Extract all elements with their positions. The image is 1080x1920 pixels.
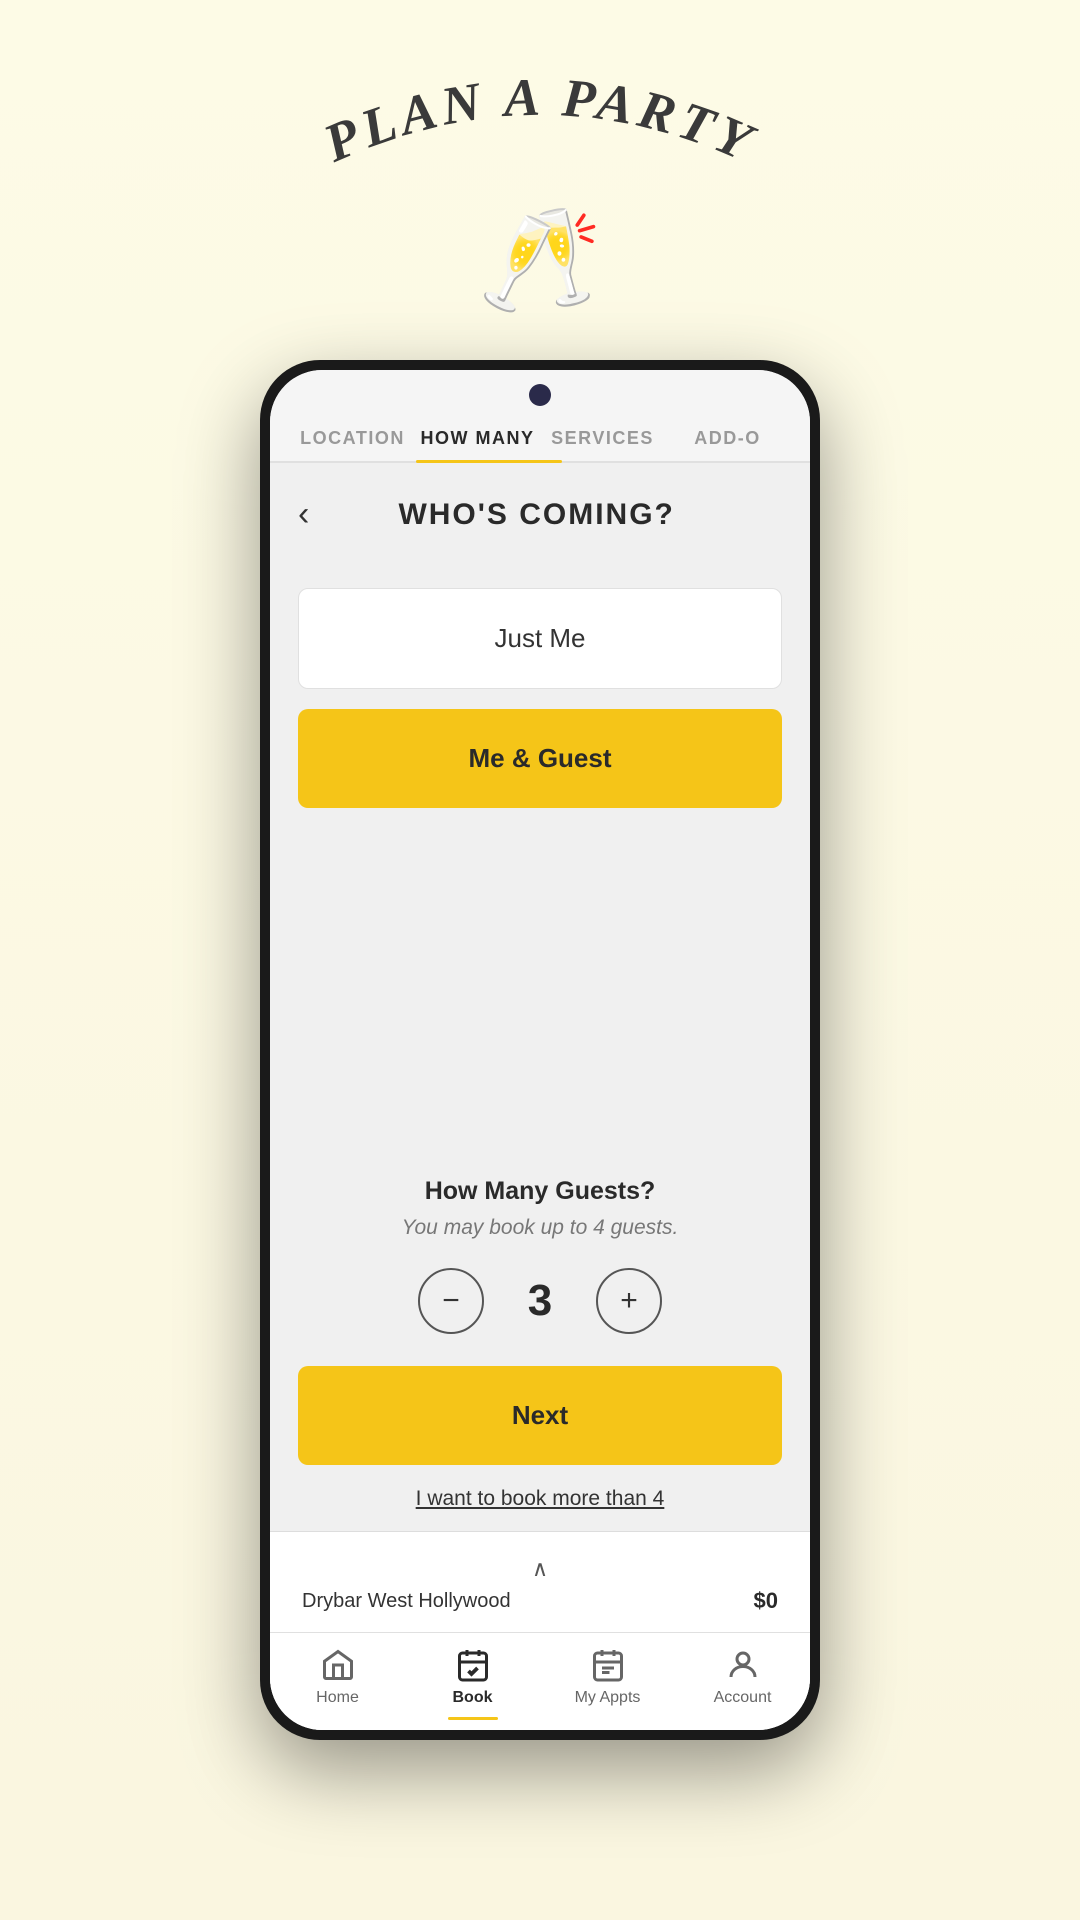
home-icon bbox=[320, 1647, 356, 1683]
top-area: PLAN A PARTY 🥂 bbox=[280, 0, 800, 310]
options-area: Just Me Me & Guest bbox=[298, 558, 782, 1147]
screen-content: ‹ WHO'S COMING? Just Me Me & Guest How M… bbox=[270, 463, 810, 1730]
tab-add-ons[interactable]: ADD-O bbox=[665, 412, 790, 461]
tab-how-many[interactable]: HOW MANY bbox=[415, 412, 540, 461]
book-icon bbox=[455, 1647, 491, 1683]
guests-sublabel: You may book up to 4 guests. bbox=[402, 1216, 679, 1240]
summary-row: Drybar West Hollywood $0 bbox=[302, 1588, 778, 1614]
nav-book-label: Book bbox=[453, 1689, 493, 1707]
summary-inner: ∧ Drybar West Hollywood $0 bbox=[302, 1556, 778, 1614]
tab-location[interactable]: LOCATION bbox=[290, 412, 415, 461]
decrement-button[interactable]: − bbox=[418, 1268, 484, 1334]
nav-account[interactable]: Account bbox=[675, 1647, 810, 1720]
summary-location: Drybar West Hollywood bbox=[302, 1590, 511, 1613]
tab-active-underline bbox=[416, 460, 562, 463]
increment-button[interactable]: + bbox=[596, 1268, 662, 1334]
tab-services[interactable]: SERVICES bbox=[540, 412, 665, 461]
just-me-button[interactable]: Just Me bbox=[298, 588, 782, 689]
nav-home-label: Home bbox=[316, 1689, 359, 1707]
me-and-guest-button[interactable]: Me & Guest bbox=[298, 709, 782, 808]
page-header: ‹ WHO'S COMING? bbox=[298, 463, 782, 558]
chevron-up-icon[interactable]: ∧ bbox=[302, 1556, 778, 1582]
nav-account-label: Account bbox=[714, 1689, 772, 1707]
next-button[interactable]: Next bbox=[298, 1366, 782, 1465]
guests-label: How Many Guests? bbox=[425, 1177, 656, 1206]
guests-section: How Many Guests? You may book up to 4 gu… bbox=[298, 1177, 782, 1334]
summary-price: $0 bbox=[754, 1588, 778, 1614]
guest-count: 3 bbox=[520, 1276, 560, 1326]
page-title: WHO'S COMING? bbox=[321, 498, 752, 532]
phone-screen: LOCATION HOW MANY SERVICES ADD-O ‹ WHO'S… bbox=[270, 370, 810, 1730]
plan-a-party-title: PLAN A PARTY bbox=[280, 80, 800, 200]
camera-dot bbox=[529, 384, 551, 406]
nav-appts-label: My Appts bbox=[575, 1689, 641, 1707]
nav-active-indicator bbox=[448, 1717, 498, 1720]
summary-bar: ∧ Drybar West Hollywood $0 bbox=[270, 1531, 810, 1632]
content-inner: ‹ WHO'S COMING? Just Me Me & Guest How M… bbox=[270, 463, 810, 1531]
counter-row: − 3 + bbox=[418, 1268, 662, 1334]
appts-icon bbox=[590, 1647, 626, 1683]
phone-frame: LOCATION HOW MANY SERVICES ADD-O ‹ WHO'S… bbox=[260, 360, 820, 1740]
nav-home[interactable]: Home bbox=[270, 1647, 405, 1720]
camera-bar bbox=[270, 370, 810, 412]
back-button[interactable]: ‹ bbox=[298, 491, 321, 538]
nav-book[interactable]: Book bbox=[405, 1647, 540, 1720]
nav-my-appts[interactable]: My Appts bbox=[540, 1647, 675, 1720]
account-icon bbox=[725, 1647, 761, 1683]
tabs-bar: LOCATION HOW MANY SERVICES ADD-O bbox=[270, 412, 810, 463]
champagne-glasses-icon: 🥂 bbox=[478, 210, 603, 310]
svg-text:PLAN A PARTY: PLAN A PARTY bbox=[314, 80, 764, 174]
book-more-link[interactable]: I want to book more than 4 bbox=[298, 1487, 782, 1531]
bottom-nav: Home Book bbox=[270, 1632, 810, 1730]
